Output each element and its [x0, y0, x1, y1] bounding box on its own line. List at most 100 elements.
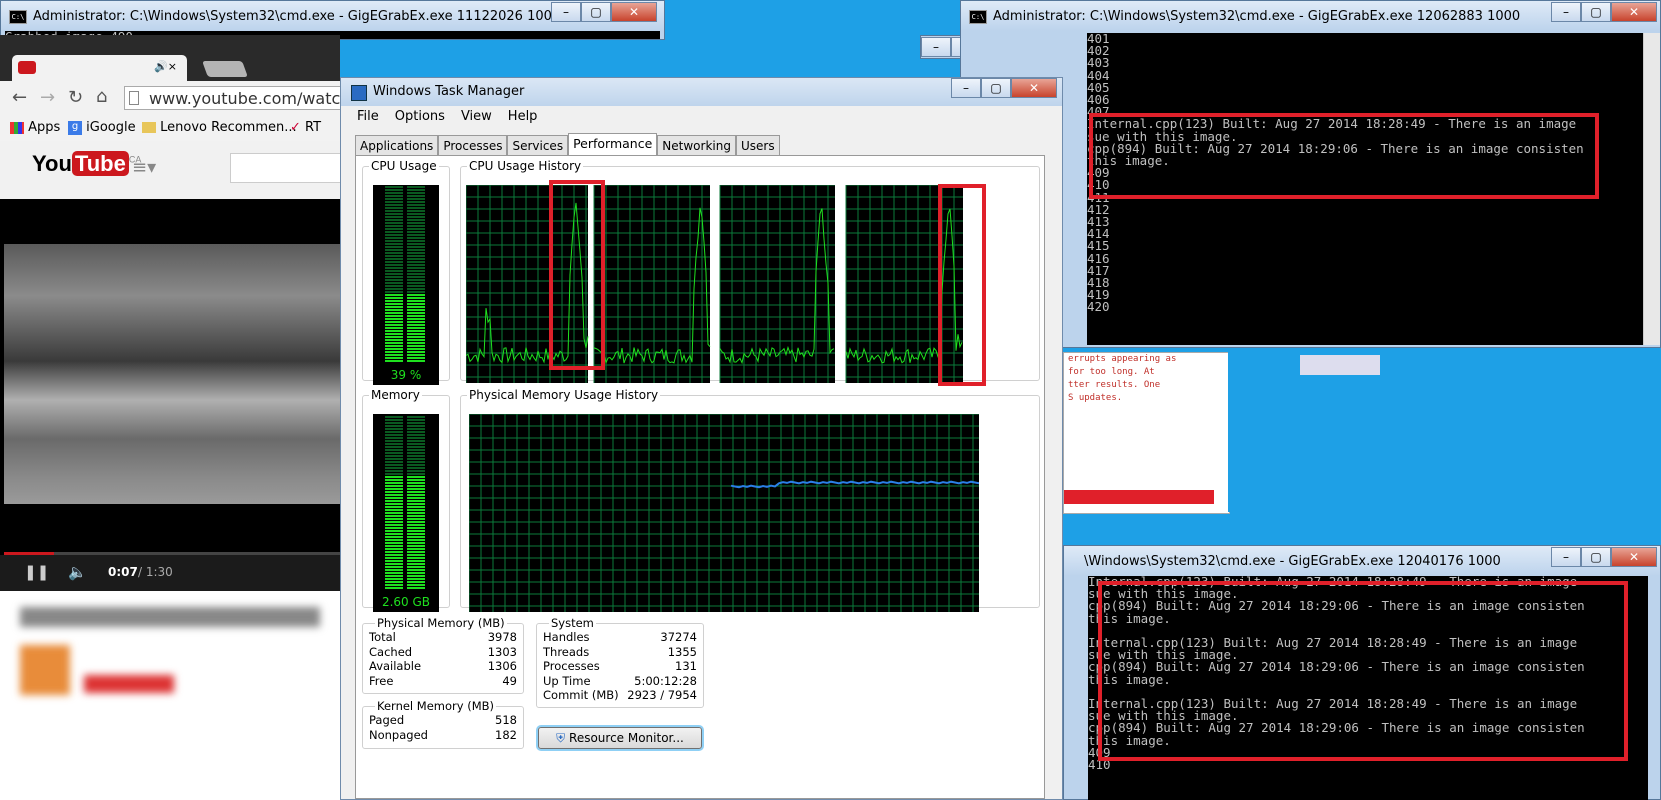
stat-row: Cached 1303: [369, 645, 517, 660]
meter-segment: [385, 210, 403, 212]
window-controls[interactable]: –▢✕: [1551, 547, 1657, 567]
meter-segment: [385, 563, 403, 565]
window-controls[interactable]: –▢✕: [1551, 2, 1657, 22]
meter-segment: [385, 288, 403, 290]
minimize-button[interactable]: –: [551, 2, 581, 22]
console-line: 420: [1087, 299, 1110, 315]
home-icon[interactable]: ⌂: [96, 86, 107, 107]
browser-tab[interactable]: 🔊×: [12, 55, 187, 81]
background-window[interactable]: errupts appearing as for too long. At tt…: [1063, 352, 1230, 514]
search-input[interactable]: [230, 153, 340, 183]
stat-row: Handles 37274: [543, 630, 697, 645]
minimize-button[interactable]: –: [951, 78, 981, 98]
close-button[interactable]: ✕: [1611, 547, 1657, 567]
menu-file[interactable]: File: [349, 107, 387, 127]
meter-segment: [407, 452, 425, 454]
tab-networking[interactable]: Networking: [657, 135, 736, 156]
window-controls[interactable]: –▢✕: [551, 2, 657, 22]
meter-segment: [385, 512, 403, 514]
volume-icon[interactable]: 🔈: [68, 563, 87, 581]
close-button[interactable]: ✕: [1011, 78, 1057, 98]
meter-segment: [385, 357, 403, 359]
forward-icon[interactable]: →: [40, 87, 55, 108]
cpu-usage-group: CPU Usage 39 %: [362, 159, 450, 385]
stat-value: 182: [495, 727, 517, 742]
youtube-logo[interactable]: You Tube CA: [32, 151, 141, 177]
guide-menu-icon[interactable]: ≡▾: [132, 157, 156, 178]
resource-monitor-button[interactable]: ⛨ Resource Monitor...: [538, 727, 702, 749]
task-manager-icon: [351, 85, 367, 101]
bookmark-igoogle[interactable]: g iGoogle: [68, 120, 136, 135]
minimize-button[interactable]: –: [1551, 2, 1581, 22]
meter-segment: [407, 231, 425, 233]
cmd-titlebar[interactable]: \Windows\System32\cmd.exe - GigEGrabEx.e…: [1064, 546, 1660, 576]
subscribe-button[interactable]: [84, 675, 174, 693]
maximize-button[interactable]: ▢: [1581, 2, 1611, 22]
bookmark-rt[interactable]: ✓ RT: [290, 120, 321, 135]
meter-segment: [385, 309, 403, 311]
pause-icon[interactable]: ❚❚: [24, 563, 49, 581]
scrollbar[interactable]: [1643, 33, 1660, 345]
meter-segment: [385, 339, 403, 341]
minimize-button[interactable]: –: [921, 37, 951, 57]
cmd-window-bottom-right[interactable]: \Windows\System32\cmd.exe - GigEGrabEx.e…: [1063, 545, 1661, 800]
meter-segment: [385, 491, 403, 493]
memory-value: 2.60 GB: [381, 595, 431, 609]
meter-segment: [407, 581, 425, 583]
meter-segment: [407, 521, 425, 523]
maximize-button[interactable]: ▢: [581, 2, 611, 22]
meter-segment: [407, 473, 425, 475]
meter-segment: [407, 348, 425, 350]
speaker-icon: 🔊×: [154, 60, 177, 73]
meter-segment: [407, 351, 425, 353]
back-icon[interactable]: ←: [12, 87, 27, 108]
meter-segment: [407, 587, 425, 589]
meter-segment: [407, 563, 425, 565]
menu-view[interactable]: View: [453, 107, 500, 127]
cmd-titlebar[interactable]: C:\ Administrator: C:\Windows\System32\c…: [1, 1, 664, 31]
menu-help[interactable]: Help: [500, 107, 546, 127]
bookmark-lenovo[interactable]: Lenovo Recommen...: [142, 120, 297, 135]
meter-segment: [385, 488, 403, 490]
maximize-button[interactable]: ▢: [981, 78, 1011, 98]
google-icon: g: [68, 120, 82, 135]
tab-services[interactable]: Services: [507, 135, 569, 156]
address-bar[interactable]: www.youtube.com/watch: [124, 86, 340, 110]
bookmark-apps[interactable]: Apps: [10, 120, 60, 135]
cmd-title: Administrator: C:\Windows\System32\cmd.e…: [33, 9, 561, 24]
meter-segment: [385, 566, 403, 568]
meter-segment: [385, 542, 403, 544]
meter-segment: [407, 464, 425, 466]
cmd-window-top-left[interactable]: C:\ Administrator: C:\Windows\System32\c…: [0, 0, 665, 40]
cmd-titlebar[interactable]: C:\ Administrator: C:\Windows\System32\c…: [961, 1, 1660, 31]
cmd-window-top-right[interactable]: C:\ Administrator: C:\Windows\System32\c…: [960, 0, 1661, 348]
meter-segment: [407, 440, 425, 442]
meter-segment: [385, 548, 403, 550]
tab-performance[interactable]: Performance: [568, 133, 658, 157]
window-controls[interactable]: –▢✕: [951, 78, 1057, 98]
meter-segment: [385, 243, 403, 245]
meter-segment: [407, 255, 425, 257]
tab-applications[interactable]: Applications: [355, 135, 439, 156]
meter-segment: [385, 297, 403, 299]
console-line: 413: [1087, 214, 1110, 230]
menu-options[interactable]: Options: [387, 107, 453, 127]
reload-icon[interactable]: ↻: [68, 87, 83, 108]
stat-value: 5:00:12:28: [634, 673, 697, 688]
meter-segment: [407, 491, 425, 493]
tab-users[interactable]: Users: [735, 135, 780, 156]
task-manager-window[interactable]: Windows Task Manager – ▢ ✕ File Options Vi…: [340, 77, 1063, 800]
maximize-button[interactable]: ▢: [1581, 547, 1611, 567]
tab-processes[interactable]: Processes: [438, 135, 508, 156]
meter-segment: [407, 195, 425, 197]
meter-segment: [407, 324, 425, 326]
minimize-button[interactable]: –: [1551, 547, 1581, 567]
close-button[interactable]: ✕: [611, 2, 657, 22]
meter-segment: [407, 204, 425, 206]
channel-avatar: [20, 645, 70, 695]
close-button[interactable]: ✕: [1611, 2, 1657, 22]
task-manager-titlebar[interactable]: Windows Task Manager – ▢ ✕: [341, 78, 1062, 106]
video-player[interactable]: ❚❚ 🔈 0:07 / 1:30: [0, 199, 340, 591]
new-tab-button[interactable]: [202, 61, 248, 77]
chrome-browser[interactable]: 🔊× ← → ↻ ⌂ www.youtube.com/watch Apps g …: [0, 35, 340, 800]
